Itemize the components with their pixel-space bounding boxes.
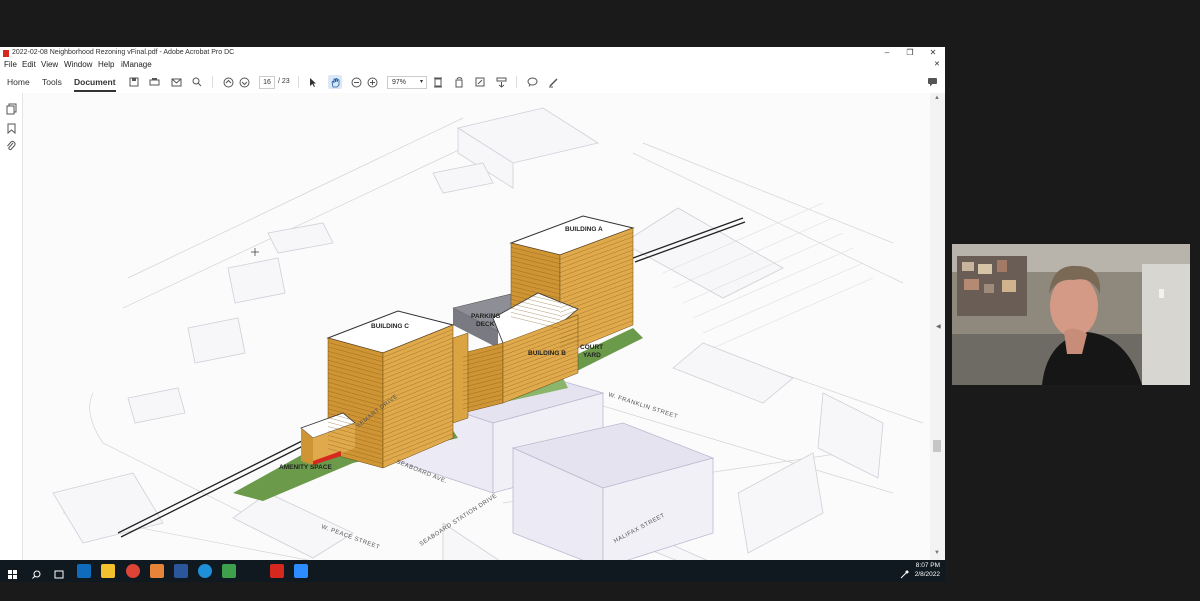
label-court-1: COURT: [580, 344, 603, 351]
chat-icon[interactable]: [925, 75, 939, 89]
navigation-pane: ◀: [0, 93, 30, 560]
rotate-icon[interactable]: [452, 75, 466, 89]
tab-document[interactable]: Document: [74, 77, 116, 92]
search-icon[interactable]: [190, 75, 204, 89]
menu-file[interactable]: File: [4, 60, 17, 69]
window-title: 2022-02-08 Neighborhood Rezoning vFinal.…: [12, 49, 235, 56]
menu-edit[interactable]: Edit: [22, 60, 36, 69]
zoom-icon[interactable]: [294, 564, 308, 578]
fit-page-icon[interactable]: [431, 75, 445, 89]
close-button[interactable]: ✕: [926, 48, 940, 59]
site-drawing: BUILDING A BUILDING C BUILDING B PARKING…: [52, 107, 924, 560]
zoom-out-icon[interactable]: [349, 75, 363, 89]
label-building-b: BUILDING B: [528, 350, 566, 357]
acrobat-icon[interactable]: [270, 564, 284, 578]
taskbar: 8:07 PM 2/8/2022: [0, 560, 945, 582]
label-parking-2: DECK: [476, 321, 495, 328]
search-icon[interactable]: [32, 566, 41, 584]
network-icon[interactable]: [900, 566, 909, 584]
minimize-button[interactable]: –: [880, 48, 894, 59]
maximize-button[interactable]: ❐: [903, 48, 917, 59]
scroll-mode-icon[interactable]: [494, 75, 508, 89]
toolbar-divider: [516, 76, 517, 88]
tab-home[interactable]: Home: [7, 77, 30, 87]
label-amenity: AMENITY SPACE: [279, 464, 333, 471]
street-w-franklin: W. FRANKLIN STREET: [607, 392, 678, 420]
webcam-video: [952, 244, 1190, 385]
edge-icon[interactable]: [198, 564, 212, 578]
scroll-thumb[interactable]: [933, 440, 941, 452]
print-icon[interactable]: [147, 75, 161, 89]
acrobat-window: 2022-02-08 Neighborhood Rezoning vFinal.…: [0, 47, 945, 560]
tab-tools[interactable]: Tools: [42, 77, 62, 87]
label-building-c: BUILDING C: [371, 323, 409, 330]
vertical-scrollbar[interactable]: ▲ ▼ ◀: [930, 93, 945, 560]
select-cursor-icon[interactable]: [306, 75, 320, 89]
label-parking-1: PARKING: [471, 313, 501, 320]
pdf-app-icon: [3, 50, 9, 57]
hand-tool-icon[interactable]: [328, 75, 342, 89]
app-orange-icon[interactable]: [150, 564, 164, 578]
title-bar: 2022-02-08 Neighborhood Rezoning vFinal.…: [0, 47, 945, 60]
toolbar: Home Tools Document 16 / 23 97% ▾: [0, 71, 945, 94]
page-thumbnails-icon[interactable]: [6, 102, 17, 120]
chrome-icon[interactable]: [126, 564, 140, 578]
app-green-icon[interactable]: [222, 564, 236, 578]
toolbar-divider: [212, 76, 213, 88]
menu-help[interactable]: Help: [98, 60, 114, 69]
label-court-2: YARD: [583, 352, 601, 359]
toolbar-divider: [298, 76, 299, 88]
task-view-icon[interactable]: [54, 566, 64, 584]
zoom-in-icon[interactable]: [365, 75, 379, 89]
word-icon[interactable]: [174, 564, 188, 578]
clock-date[interactable]: 2/8/2022: [912, 571, 940, 578]
label-building-a: BUILDING A: [565, 226, 603, 233]
comment-icon[interactable]: [525, 75, 539, 89]
email-icon[interactable]: [169, 75, 183, 89]
previous-page-icon[interactable]: [221, 75, 235, 89]
zoom-value: 97%: [392, 79, 407, 86]
page-number-input[interactable]: 16: [259, 76, 275, 89]
menu-imanage[interactable]: iManage: [121, 60, 152, 69]
menu-window[interactable]: Window: [64, 60, 92, 69]
scroll-up-icon[interactable]: ▲: [934, 95, 940, 101]
menu-view[interactable]: View: [41, 60, 58, 69]
file-explorer-icon[interactable]: [101, 564, 115, 578]
document-close-button[interactable]: ✕: [934, 60, 940, 68]
attachment-icon[interactable]: [6, 138, 16, 156]
menu-bar: File Edit View Window Help iManage ✕: [0, 60, 945, 71]
zoom-select[interactable]: 97% ▾: [387, 76, 427, 89]
chevron-down-icon: ▾: [419, 79, 423, 85]
clock-time[interactable]: 8:07 PM: [912, 562, 940, 569]
move-cursor-icon: [251, 248, 259, 256]
scroll-down-icon[interactable]: ▼: [934, 550, 940, 556]
collapse-right-icon[interactable]: ◀: [936, 323, 941, 330]
page-total: / 23: [278, 78, 290, 85]
pen-icon[interactable]: [546, 75, 560, 89]
webcam-image: [952, 244, 1190, 385]
next-page-icon[interactable]: [237, 75, 251, 89]
bookmark-icon[interactable]: [7, 121, 16, 139]
windows-start-icon[interactable]: [8, 566, 17, 584]
full-screen-icon[interactable]: [473, 75, 487, 89]
save-icon[interactable]: [127, 75, 141, 89]
outlook-icon[interactable]: [77, 564, 91, 578]
document-view[interactable]: BUILDING A BUILDING C BUILDING B PARKING…: [23, 93, 930, 560]
